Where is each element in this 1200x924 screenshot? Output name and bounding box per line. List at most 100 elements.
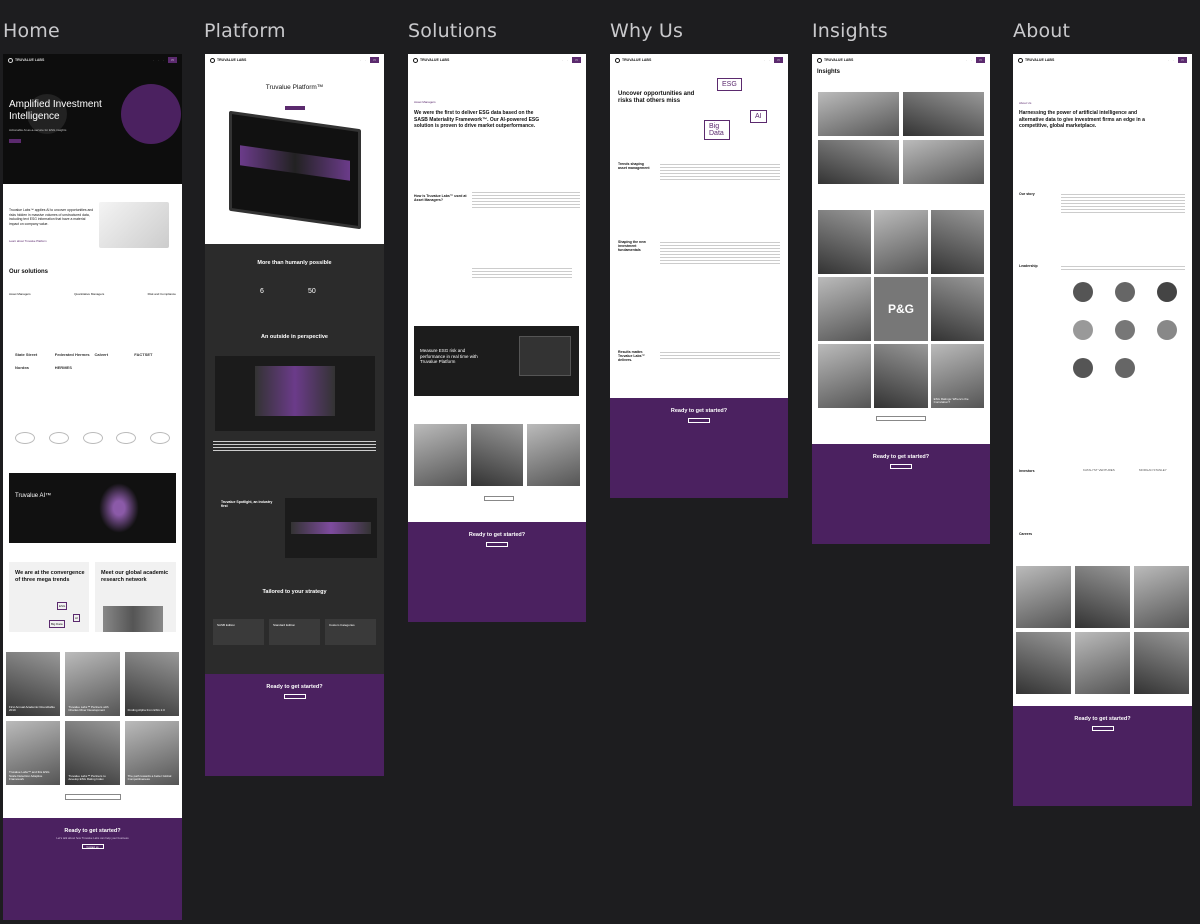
insight-tile[interactable]: P&G — [874, 277, 928, 341]
investor-logo: KATALYST VENTURES — [1083, 468, 1115, 472]
featured-tile[interactable] — [903, 92, 984, 136]
insight-tile[interactable]: ESG Ratings: Where's the Correlation? — [930, 344, 984, 408]
about-tag: About Us — [1019, 101, 1032, 105]
load-more-button[interactable] — [876, 416, 926, 421]
academic-title: Meet our global academic research networ… — [101, 570, 169, 583]
edition-card[interactable]: Standard Edition — [269, 619, 320, 645]
news-tile[interactable] — [414, 424, 467, 486]
solution-item[interactable]: Risk and Compliance — [148, 292, 176, 296]
whyus-hero-title: Uncover opportunities and risks that oth… — [618, 91, 695, 105]
whyus-section: Trends shaping asset management — [618, 162, 650, 170]
platform-hero-title: Truvalue Platform™ — [265, 84, 324, 91]
logo-item: Nordea — [15, 365, 29, 370]
insights-nav: TRUVALUE LABS · · ▭ — [812, 54, 990, 66]
column-title-home: Home — [3, 20, 60, 42]
insight-tile[interactable] — [930, 277, 984, 341]
news-tile[interactable] — [1075, 632, 1130, 694]
news-tile[interactable] — [470, 424, 524, 486]
cta-button[interactable] — [283, 694, 306, 699]
logo-icon — [8, 57, 13, 63]
whyus-footer: Ready to get started? — [610, 398, 788, 498]
cta-button[interactable] — [486, 542, 508, 547]
column-title-insights: Insights — [812, 20, 888, 42]
news-tile[interactable] — [1134, 632, 1189, 694]
news-tile[interactable]: First Annual Academic Roundtable 2019 — [6, 652, 61, 716]
leadership-grid — [1065, 282, 1185, 386]
trends-card[interactable]: We are at the convergence of three mega … — [9, 562, 89, 632]
platform-hero-button[interactable] — [285, 106, 305, 110]
news-tile[interactable]: The path towards a better Global Competi… — [124, 721, 179, 785]
solution-item[interactable]: Asset Managers — [9, 292, 31, 296]
solutions-list: Asset Managers Quantitative Managers Ris… — [9, 292, 176, 296]
logo-item: Federated Hermes — [54, 352, 90, 357]
solutions-footer: Ready to get started? — [408, 522, 586, 622]
news-tile[interactable]: Truvalue Labs™ and Ibis ESG Scale Detect… — [6, 721, 61, 785]
insights-grid: P&G ESG Ratings: Where's the Correlation… — [818, 210, 984, 408]
banner-device — [519, 336, 571, 376]
home-device-image — [99, 202, 169, 248]
cta-sub: Let's talk about how Truvalue Labs can h… — [56, 836, 129, 840]
stats-title: More than humanly possible — [257, 260, 332, 266]
logo-item: State Street — [15, 352, 38, 357]
cta-button[interactable] — [1091, 726, 1114, 731]
logo-item: HERMES — [54, 365, 72, 370]
solutions-quote — [472, 266, 572, 280]
solution-item[interactable]: Quantitative Managers — [74, 292, 104, 296]
view-all-button[interactable] — [484, 496, 514, 501]
column-title-whyus: Why Us — [610, 20, 684, 42]
about-page: TRUVALUE LABS · · ▭ About Us Harnessing th… — [1013, 54, 1192, 806]
logo-icon — [413, 57, 418, 63]
nav-contact-button[interactable]: ▭ — [168, 57, 177, 63]
cta-button[interactable] — [688, 418, 710, 423]
cta-button[interactable] — [890, 464, 912, 469]
insight-tile[interactable] — [874, 210, 928, 274]
hero-cta-button[interactable] — [9, 139, 21, 143]
insight-tile[interactable] — [874, 344, 928, 408]
about-section: Investors — [1019, 469, 1035, 473]
about-hero-title: Harnessing the power of artificial intel… — [1019, 110, 1145, 129]
news-tile[interactable]: Truvalue Labs™ Partners to develop ESG R… — [65, 721, 120, 785]
brand-name[interactable]: TRUVALUE LABS — [15, 58, 44, 62]
news-tile[interactable] — [1075, 566, 1130, 628]
insight-tile[interactable] — [930, 210, 984, 274]
news-tile[interactable] — [1134, 566, 1189, 628]
client-logos: State Street Federated Hermes Calvert FA… — [15, 352, 170, 370]
column-title-solutions: Solutions — [408, 20, 498, 42]
news-tile[interactable]: Finding Alpha from ESG 2.0 — [124, 652, 179, 716]
home-page: TRUVALUE LABS · · · ▭ Amplified Investment … — [3, 54, 182, 920]
edition-card[interactable]: SASB Edition — [213, 619, 264, 645]
news-tile[interactable] — [1016, 632, 1071, 694]
platform-page: TRUVALUE LABS · · ▭ Truvalue Platform™ Mor… — [205, 54, 384, 776]
home-hero: TRUVALUE LABS · · · ▭ Amplified Investment … — [3, 54, 182, 184]
about-footer: Ready to get started? — [1013, 706, 1192, 806]
whyus-section: Results matter. Truvalue Labs™ delivers. — [618, 350, 646, 362]
platform-nav: TRUVALUE LABS · · ▭ — [205, 54, 384, 66]
news-tile[interactable] — [527, 424, 580, 486]
news-tile[interactable]: Truvalue Labs™ Partners with Charles Riv… — [65, 652, 120, 716]
home-about-link[interactable]: Learn about Truvalue Platform — [9, 239, 47, 243]
logo-icon — [1018, 57, 1023, 63]
banner-title: Measure ESG risk and performance in real… — [420, 348, 478, 365]
about-nav: TRUVALUE LABS · · ▭ — [1013, 54, 1192, 66]
edition-card[interactable]: Custom Categories — [325, 619, 376, 645]
featured-tile[interactable] — [818, 92, 899, 136]
insight-tile[interactable] — [818, 210, 872, 274]
load-more-button[interactable] — [65, 794, 121, 800]
insight-tile[interactable] — [818, 344, 872, 408]
solutions-banner: Measure ESG risk and performance in real… — [414, 326, 579, 396]
insights-footer: Ready to get started? — [812, 444, 990, 544]
academic-card[interactable]: Meet our global academic research networ… — [95, 562, 176, 632]
platform-footer: Ready to get started? — [205, 674, 384, 776]
logo-icon — [817, 57, 822, 63]
whyus-section: Shaping the new investment fundamentals — [618, 240, 646, 252]
featured-tile[interactable] — [818, 140, 899, 184]
news-tile[interactable] — [1016, 566, 1071, 628]
insight-tile[interactable] — [818, 277, 872, 341]
featured-tile[interactable] — [903, 140, 984, 184]
logo-item: Calvert — [94, 352, 109, 357]
ai-banner: Truvalue AI™ — [9, 473, 176, 543]
hero-circle — [121, 84, 181, 144]
home-about-text: Truvalue Labs™ applies AI to uncover opp… — [9, 208, 94, 226]
editions: SASB Edition Standard Edition Custom Cat… — [213, 619, 376, 645]
cta-button[interactable]: Contact us — [81, 844, 104, 849]
